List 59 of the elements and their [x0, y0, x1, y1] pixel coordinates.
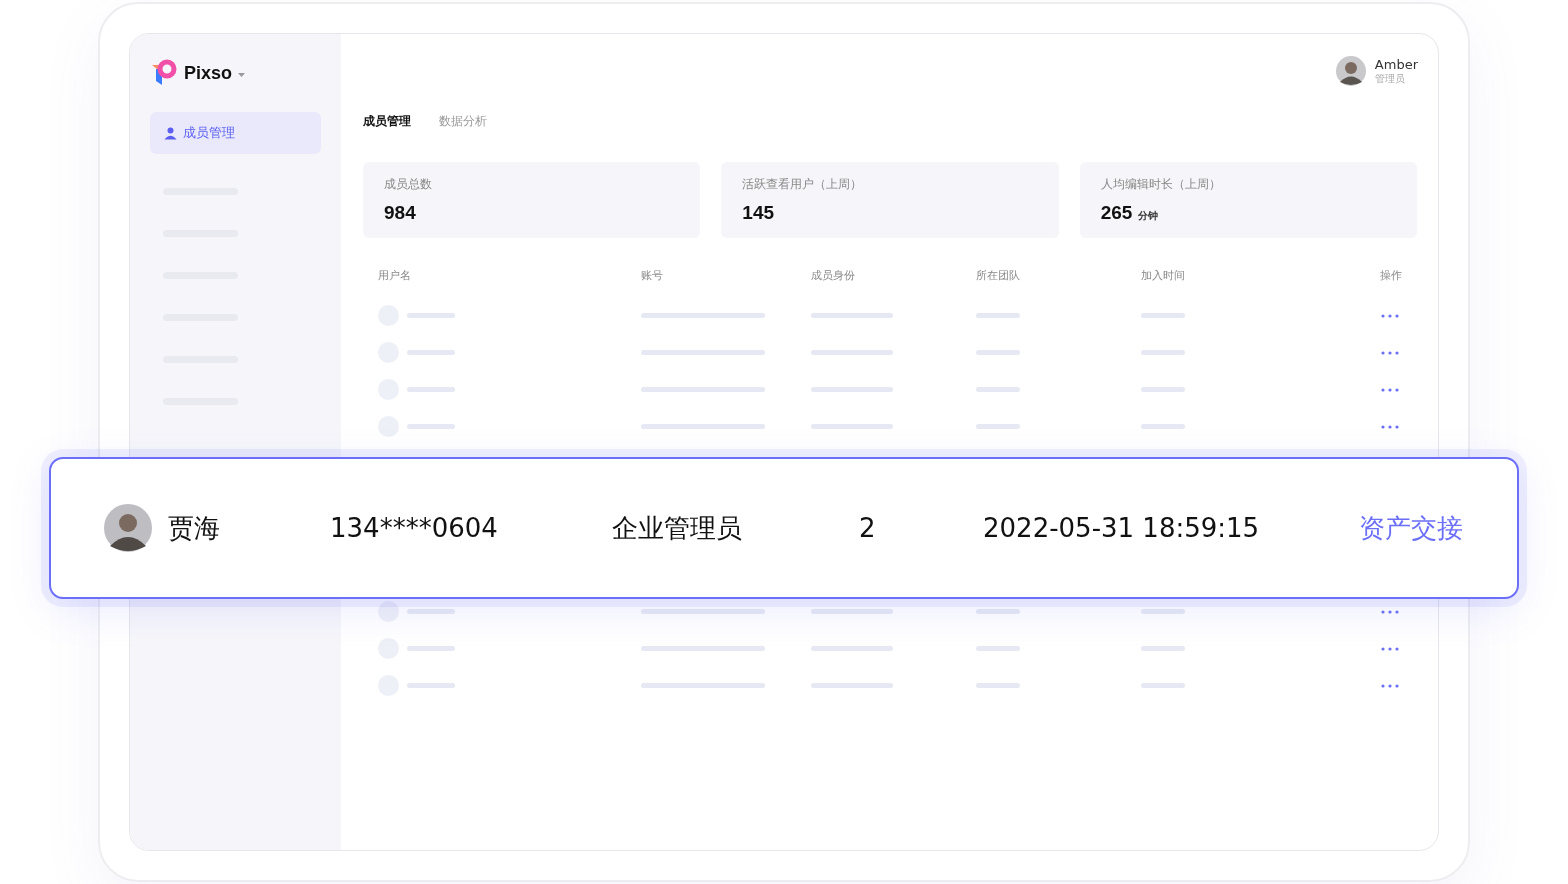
placeholder-bar — [976, 646, 1020, 651]
more-icon[interactable] — [1381, 646, 1399, 651]
more-icon[interactable] — [1381, 387, 1399, 392]
tab[interactable]: 数据分析 — [439, 113, 487, 130]
placeholder-avatar — [378, 601, 399, 622]
avatar-icon — [1335, 56, 1366, 86]
more-icon[interactable] — [1381, 424, 1399, 429]
stat-label: 成员总数 — [384, 176, 433, 193]
placeholder-bar — [1141, 387, 1185, 392]
placeholder-bar — [407, 313, 455, 318]
stat-value: 984 — [384, 202, 416, 224]
logo-icon — [150, 59, 178, 87]
placeholder-bar — [976, 609, 1020, 614]
account-number: 134****0604 — [330, 513, 499, 543]
placeholder-bar — [1141, 424, 1185, 429]
stat-value: 265 — [1100, 202, 1133, 224]
placeholder-bar — [407, 387, 455, 392]
placeholder-bar — [1141, 313, 1185, 318]
column-header: 所在团队 — [976, 268, 1021, 283]
transfer-link[interactable]: 资产交接 — [1359, 510, 1463, 546]
placeholder-bar — [407, 424, 455, 429]
placeholder-bar — [1141, 350, 1185, 355]
column-header: 成员身份 — [811, 268, 856, 283]
user-name: Amber — [1374, 56, 1418, 72]
placeholder-bar — [976, 350, 1020, 355]
user-name: 贾海 — [168, 511, 220, 545]
placeholder-bar — [407, 646, 455, 651]
more-icon[interactable] — [1381, 313, 1399, 318]
placeholder-bar — [976, 313, 1020, 318]
placeholder-bar — [407, 609, 455, 614]
placeholder-bar — [1141, 609, 1185, 614]
column-header: 账号 — [641, 268, 664, 283]
more-icon[interactable] — [1381, 609, 1399, 614]
placeholder-bar — [976, 683, 1020, 688]
caret-icon[interactable] — [238, 72, 246, 78]
brand-name: Pixso — [184, 62, 233, 84]
placeholder-bar — [1141, 646, 1185, 651]
stat-unit: 分钟 — [1138, 209, 1159, 223]
placeholder-bar — [407, 683, 455, 688]
column-header: 加入时间 — [1141, 268, 1186, 283]
column-header: 用户名 — [378, 268, 412, 283]
tab[interactable]: 成员管理 — [363, 113, 411, 130]
stat-label: 活跃查看用户（上周） — [742, 176, 864, 193]
join-time: 2022-05-31 18:59:15 — [983, 513, 1261, 543]
placeholder-bar — [976, 424, 1020, 429]
placeholder-bar — [407, 350, 455, 355]
team-count: 2 — [859, 513, 877, 543]
more-icon[interactable] — [1381, 350, 1399, 355]
stat-value: 145 — [742, 202, 775, 224]
nav-item[interactable]: 成员管理 — [150, 112, 321, 154]
more-icon[interactable] — [1381, 683, 1399, 688]
placeholder-bar — [976, 387, 1020, 392]
column-header: 操作 — [1380, 268, 1402, 283]
stat-label: 人均编辑时长（上周） — [1100, 176, 1222, 193]
avatar-icon — [104, 504, 152, 552]
member-role: 企业管理员 — [612, 511, 743, 545]
user-role: 管理员 — [1374, 71, 1406, 86]
placeholder-bar — [1141, 683, 1185, 688]
user-icon — [164, 126, 177, 140]
